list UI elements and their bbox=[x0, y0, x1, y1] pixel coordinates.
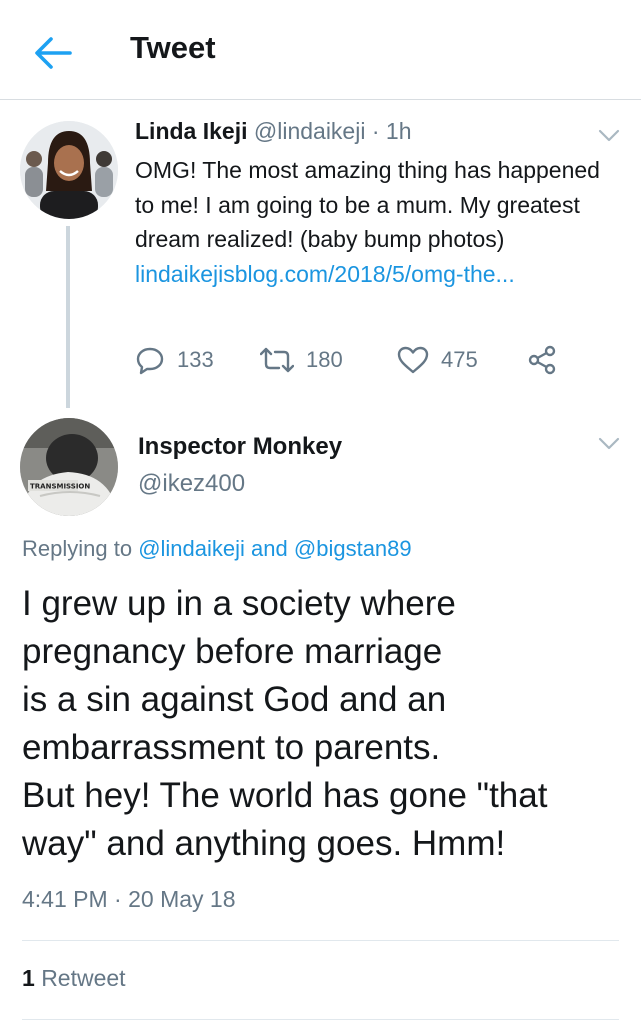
tweet-text-line: I grew up in a society where bbox=[22, 584, 456, 623]
tweet-date: 20 May 18 bbox=[128, 886, 236, 912]
avatar-caption: TRANSMISSION bbox=[30, 483, 90, 491]
author-handle[interactable]: @ikez400 bbox=[138, 470, 245, 498]
divider bbox=[22, 940, 619, 941]
mention-link[interactable]: @bigstan89 bbox=[294, 536, 412, 561]
reply-button[interactable]: 133 bbox=[135, 340, 214, 380]
chevron-down-icon[interactable] bbox=[598, 129, 620, 143]
tweet-time: 4:41 PM bbox=[22, 886, 108, 912]
tweet-text: OMG! The most amazing thing has happened… bbox=[135, 153, 615, 291]
tweet-text-line: pregnancy before marriage bbox=[22, 632, 443, 671]
share-icon bbox=[528, 345, 556, 375]
avatar[interactable] bbox=[20, 121, 118, 219]
author-name[interactable]: Inspector Monkey bbox=[138, 433, 342, 461]
top-app-bar: Tweet bbox=[0, 0, 641, 100]
retweet-button[interactable]: 180 bbox=[260, 340, 343, 380]
retweet-label: Retweet bbox=[41, 965, 126, 991]
like-icon bbox=[397, 346, 429, 374]
retweet-icon bbox=[260, 347, 294, 373]
chevron-down-icon[interactable] bbox=[598, 437, 620, 451]
mention-link[interactable]: @lindaikeji bbox=[138, 536, 245, 561]
avatar-photo: TRANSMISSION bbox=[20, 418, 118, 516]
replying-and[interactable]: and bbox=[251, 536, 288, 561]
like-button[interactable]: 475 bbox=[397, 340, 478, 380]
tweet-actions: 133 180 475 bbox=[135, 340, 595, 380]
avatar-illustration bbox=[20, 121, 118, 219]
author-name[interactable]: Linda Ikeji bbox=[135, 118, 247, 144]
meta-separator: · bbox=[371, 118, 380, 144]
retweet-count: 180 bbox=[306, 347, 343, 372]
like-count: 475 bbox=[441, 347, 478, 372]
tweet-text-line: way" and anything goes. Hmm! bbox=[22, 824, 506, 863]
tweet-text: I grew up in a society where pregnancy b… bbox=[22, 580, 622, 868]
share-button[interactable] bbox=[527, 340, 557, 380]
tweet-text-line: embarrassment to parents. bbox=[22, 728, 441, 767]
replying-to: Replying to @lindaikeji and @bigstan89 bbox=[22, 536, 412, 562]
thread-connector bbox=[66, 226, 70, 408]
reply-count: 133 bbox=[177, 347, 214, 372]
retweet-stats[interactable]: 1 Retweet bbox=[22, 965, 126, 992]
tweet-text-body: OMG! The most amazing thing has happened… bbox=[135, 157, 600, 252]
tweet-header: Linda Ikeji @lindaikeji · 1h bbox=[135, 118, 412, 145]
divider bbox=[22, 1019, 619, 1020]
page-title: Tweet bbox=[130, 30, 216, 65]
tweet-text-line: But hey! The world has gone "that bbox=[22, 776, 548, 815]
tweet-link[interactable]: lindaikejisblog.com/​2018/5/omg-the... bbox=[135, 261, 515, 287]
tweet-timestamp: 4:41 PM · 20 May 18 bbox=[22, 886, 236, 913]
retweet-total: 1 bbox=[22, 965, 35, 991]
reply-icon bbox=[136, 347, 164, 375]
author-handle[interactable]: @lindaikeji bbox=[254, 118, 366, 144]
avatar[interactable]: TRANSMISSION bbox=[20, 418, 118, 516]
replying-prefix: Replying to bbox=[22, 536, 133, 561]
meta-separator: · bbox=[114, 886, 122, 912]
tweet-text-line: is a sin against God and an bbox=[22, 680, 447, 719]
tweet-time: 1h bbox=[385, 118, 412, 144]
back-arrow-icon[interactable] bbox=[30, 30, 76, 76]
